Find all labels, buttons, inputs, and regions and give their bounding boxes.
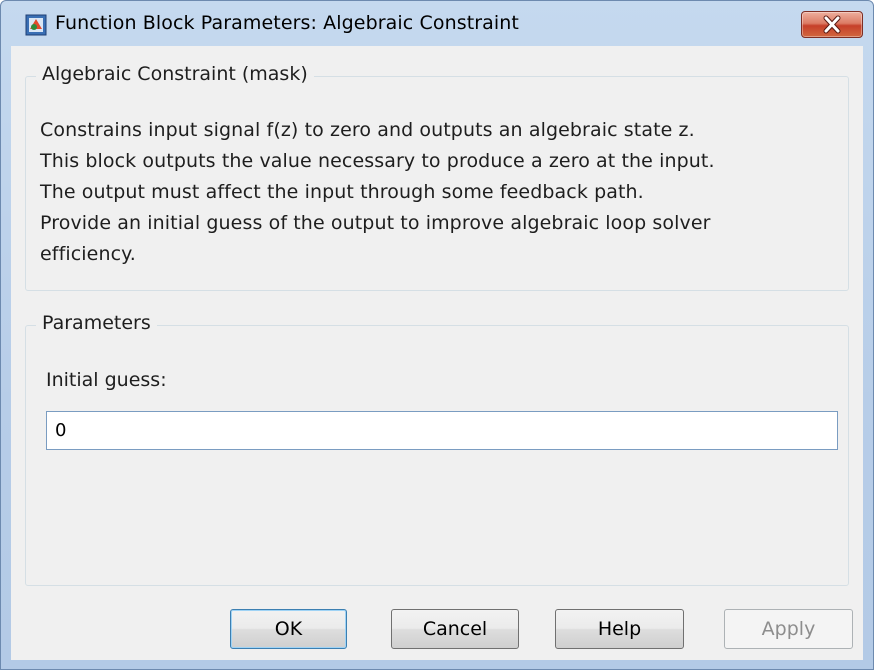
- description-line: The output must affect the input through…: [40, 181, 644, 203]
- description-line: Provide an initial guess of the output t…: [40, 212, 711, 234]
- description-group-title: Algebraic Constraint (mask): [36, 63, 314, 85]
- initial-guess-input[interactable]: [46, 411, 838, 450]
- description-group: Algebraic Constraint (mask) Constrains i…: [25, 63, 849, 291]
- window-title: Function Block Parameters: Algebraic Con…: [55, 12, 519, 34]
- ok-button[interactable]: OK: [230, 609, 347, 649]
- title-bar[interactable]: Function Block Parameters: Algebraic Con…: [1, 1, 873, 45]
- description-line: This block outputs the value necessary t…: [40, 150, 715, 172]
- cancel-button[interactable]: Cancel: [391, 609, 519, 649]
- description-line: efficiency.: [40, 243, 136, 265]
- initial-guess-label: Initial guess:: [46, 369, 167, 391]
- parameters-group-title: Parameters: [36, 312, 157, 334]
- close-icon: [823, 15, 841, 34]
- help-button[interactable]: Help: [555, 609, 684, 649]
- parameters-group: Parameters Initial guess:: [25, 312, 849, 586]
- close-button[interactable]: [801, 11, 863, 38]
- description-line: Constrains input signal f(z) to zero and…: [40, 119, 695, 141]
- simulink-block-icon: [25, 14, 47, 36]
- dialog-window: Function Block Parameters: Algebraic Con…: [0, 0, 874, 670]
- apply-button[interactable]: Apply: [724, 609, 853, 649]
- dialog-content: Algebraic Constraint (mask) Constrains i…: [11, 46, 863, 660]
